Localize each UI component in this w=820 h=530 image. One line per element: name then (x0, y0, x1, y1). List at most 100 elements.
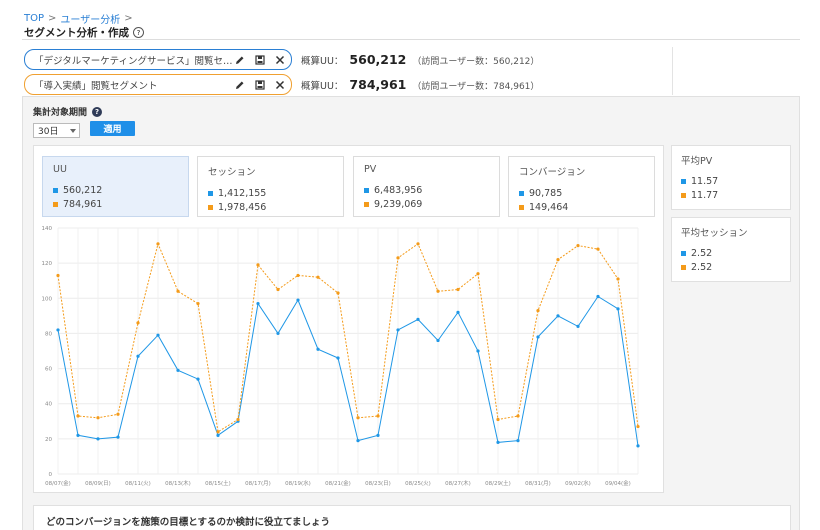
apply-button[interactable]: 適用 (90, 121, 135, 136)
pencil-icon[interactable] (234, 54, 245, 65)
segment-stat-label: 概算UU： (301, 56, 344, 67)
x-tick-label: 08/25(火) (405, 481, 431, 487)
data-point-series-2 (556, 258, 560, 262)
data-point-series-2 (136, 321, 140, 325)
metric-name: コンバージョン (519, 167, 586, 178)
metric-value-1: 90,785 (529, 187, 563, 199)
metric-line-2: 1,978,456 (208, 200, 333, 214)
legend-square-icon (364, 187, 369, 193)
legend-square-icon (53, 187, 58, 193)
save-icon[interactable] (254, 54, 265, 65)
legend-square-icon (208, 190, 213, 196)
data-point-series-2 (536, 308, 540, 313)
data-point-series-2 (96, 416, 100, 420)
breadcrumb: TOP > ユーザー分析 > (24, 11, 133, 26)
data-point-series-2 (416, 242, 420, 246)
data-point-series-2 (476, 272, 480, 276)
analysis-panel: 集計対象期間 ? 30日 適用 UU 560,212 784,961 セッション… (22, 96, 800, 530)
data-point-series-2 (336, 291, 340, 295)
data-point-series-2 (316, 275, 320, 279)
data-point-series-1 (616, 307, 620, 311)
x-tick-label: 08/29(土) (485, 479, 511, 487)
segment-box-2[interactable]: 「導入実績」閲覧セグメント (24, 74, 292, 95)
data-point-series-2 (396, 256, 400, 260)
x-tick-label: 08/27(木) (445, 479, 471, 487)
data-point-series-1 (156, 333, 160, 337)
breadcrumb-separator: > (124, 13, 133, 24)
data-point-series-1 (356, 439, 360, 443)
x-tick-label: 08/09(日) (85, 480, 111, 487)
side-metric-name: 平均セッション (681, 228, 748, 239)
data-point-series-1 (116, 435, 120, 439)
metric-card-sessions[interactable]: セッション 1,412,155 1,978,456 (197, 156, 344, 217)
line-chart: 0 20 40 60 80 100 120 140 08/07(金) 08/09(日) 08/11(… (42, 226, 640, 487)
data-point-series-2 (636, 424, 640, 429)
metric-card-pv[interactable]: PV 6,483,956 9,239,069 (353, 156, 500, 217)
header-divider (672, 47, 673, 95)
data-point-series-2 (596, 247, 600, 251)
help-icon[interactable]: ? (133, 27, 144, 38)
data-point-series-1 (56, 328, 60, 332)
save-icon[interactable] (254, 79, 265, 90)
side-metric-line-1: 2.52 (681, 246, 781, 260)
breadcrumb-separator: > (48, 13, 57, 24)
page-title: セグメント分析・作成 ? (24, 25, 144, 40)
y-tick-label: 100 (42, 296, 53, 302)
legend-square-icon (53, 201, 58, 207)
period-select[interactable]: 30日 (33, 123, 80, 138)
data-point-series-2 (436, 289, 440, 293)
data-point-series-1 (136, 354, 140, 358)
metric-line-2: 784,961 (53, 197, 178, 211)
pencil-icon[interactable] (234, 79, 245, 90)
data-point-series-2 (76, 414, 80, 418)
x-tick-label: 08/23(日) (365, 480, 391, 487)
side-metric-value-2: 2.52 (691, 261, 713, 273)
segment-stat-sub: （訪問ユーザー数：560,212） (412, 57, 540, 67)
segment-stat-label: 概算UU： (301, 81, 344, 92)
metric-card-conversion[interactable]: コンバージョン 90,785 149,464 (508, 156, 655, 217)
y-tick-label: 0 (49, 472, 53, 478)
x-tick-label: 08/21(金) (325, 479, 351, 487)
data-point-series-1 (176, 368, 180, 372)
segment-stat-1: 概算UU： 560,212 （訪問ユーザー数：560,212） (301, 52, 539, 67)
metric-card-uu[interactable]: UU 560,212 784,961 (42, 156, 189, 217)
data-point-series-2 (296, 273, 300, 278)
side-metric-name: 平均PV (681, 156, 713, 167)
side-card-avg-pv: 平均PV 11.57 11.77 (671, 145, 791, 210)
segment-box-1[interactable]: 「デジタルマーケティングサービス」閲覧セ… (24, 49, 292, 70)
chart-card: UU 560,212 784,961 セッション 1,412,155 1,978… (33, 145, 664, 493)
metric-line-1: 90,785 (519, 186, 644, 200)
data-point-series-2 (276, 287, 280, 292)
metric-value-2: 9,239,069 (374, 198, 423, 210)
chevron-down-icon (70, 129, 76, 133)
side-card-avg-sessions: 平均セッション 2.52 2.52 (671, 217, 791, 282)
metric-value-1: 6,483,956 (374, 184, 423, 196)
segment-stat-value: 784,961 (349, 77, 407, 92)
segment-stat-sub: （訪問ユーザー数：784,961） (412, 82, 540, 92)
legend-square-icon (681, 192, 686, 198)
data-point-series-1 (376, 433, 380, 437)
breadcrumb-top-link[interactable]: TOP (24, 13, 44, 24)
close-icon[interactable] (274, 79, 285, 90)
breadcrumb-user-analysis-link[interactable]: ユーザー分析 (60, 11, 120, 26)
segment-name-2: 「導入実績」閲覧セグメント (34, 80, 158, 92)
metric-value-2: 784,961 (63, 198, 103, 210)
data-point-series-2 (456, 287, 460, 292)
tip-card: どのコンバージョンを施策の目標とするのか検討に役立てましょう (33, 505, 791, 530)
segment-row-1: 「デジタルマーケティングサービス」閲覧セ… 概算UU： 560,212 （訪問ユ… (24, 49, 539, 70)
page-title-text: セグメント分析・作成 (24, 27, 129, 39)
legend-square-icon (519, 190, 524, 196)
info-icon[interactable]: ? (92, 106, 103, 117)
legend-square-icon (681, 264, 686, 270)
data-point-series-1 (276, 331, 280, 336)
data-point-series-2 (256, 263, 260, 267)
x-tick-label: 08/07(金) (45, 479, 71, 487)
side-metric-value-1: 11.57 (691, 175, 719, 187)
data-point-series-1 (196, 377, 200, 381)
data-point-series-1 (396, 328, 400, 332)
close-icon[interactable] (274, 54, 285, 65)
x-tick-label: 08/13(木) (165, 479, 191, 487)
side-metric-value-1: 2.52 (691, 247, 713, 259)
x-tick-label: 09/04(金) (605, 479, 631, 487)
data-point-series-1 (76, 433, 80, 437)
